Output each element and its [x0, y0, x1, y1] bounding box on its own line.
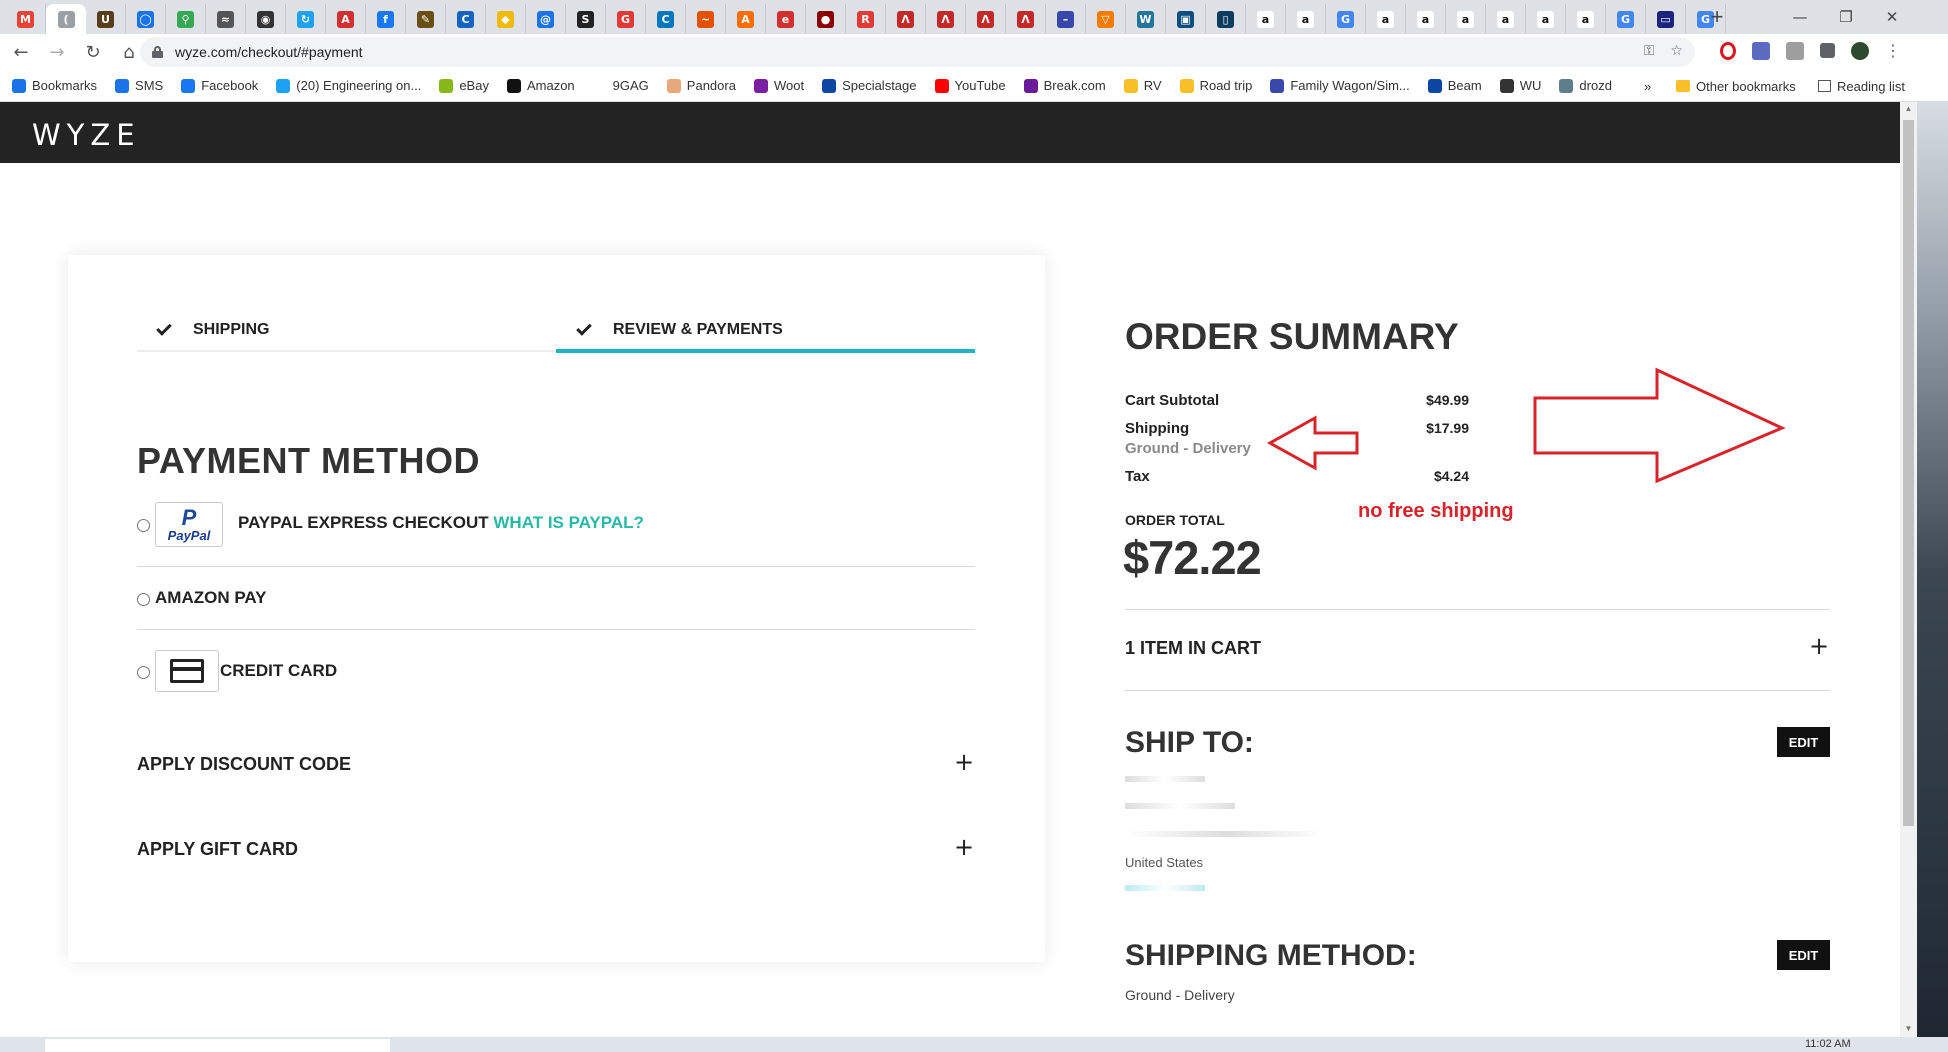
- taskbar-clock[interactable]: 11:02 AM: [1805, 1038, 1851, 1050]
- desktop-background: [1917, 102, 1948, 1052]
- annotation-no-free-shipping: no free shipping: [1358, 500, 1514, 522]
- scroll-down-arrow[interactable]: ▼: [1903, 1024, 1914, 1036]
- annotation-layer: [1266, 367, 1786, 484]
- taskbar-search[interactable]: [45, 1039, 390, 1052]
- left-arrow-annotation: [1266, 415, 1359, 471]
- scrollbar-thumb[interactable]: [1903, 120, 1914, 826]
- os-taskbar: 11:02 AM: [0, 1037, 1948, 1052]
- right-arrow-annotation: [1533, 367, 1786, 484]
- scroll-up-arrow[interactable]: ▲: [1903, 104, 1914, 116]
